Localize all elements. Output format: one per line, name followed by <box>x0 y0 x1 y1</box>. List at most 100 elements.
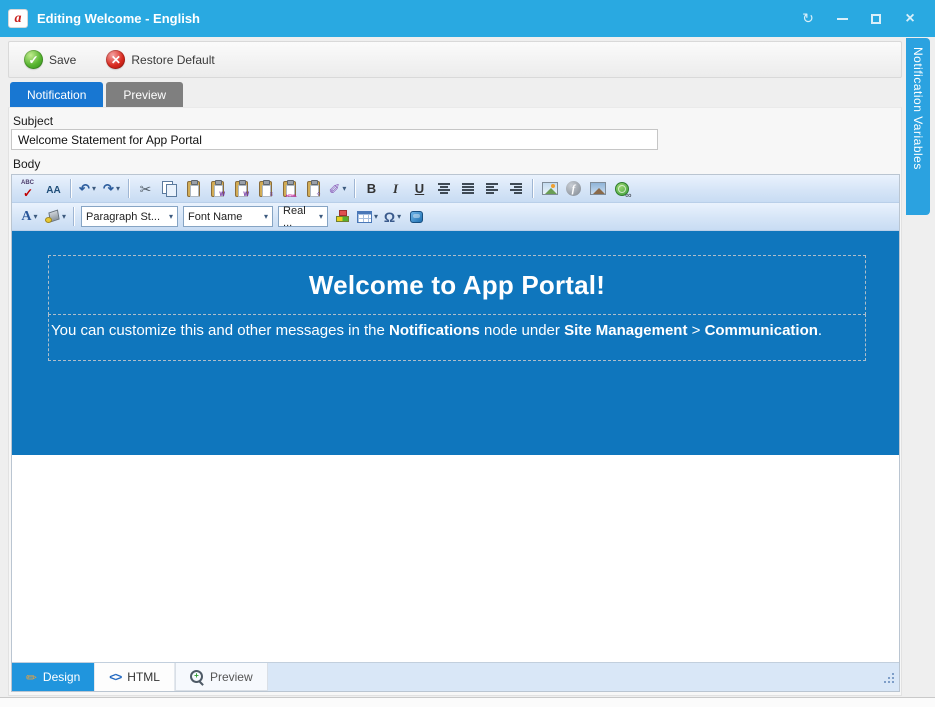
background-color-icon[interactable]: ▾ <box>42 205 68 228</box>
undo-icon[interactable]: ↶▾ <box>76 177 99 200</box>
chevron-down-icon: ▾ <box>62 212 66 221</box>
email-heading: Welcome to App Portal! <box>309 270 605 301</box>
notification-panel: Subject Body ↶▾↷▾✂WW≡HTML⁘✐▾BIU ▾▾Paragr… <box>8 107 902 696</box>
insert-table-icon[interactable]: ▾ <box>355 205 380 228</box>
chevron-down-icon: ▾ <box>397 212 401 221</box>
copy-icon[interactable] <box>158 177 181 200</box>
paste-plain-text-icon[interactable]: ≡ <box>254 177 277 200</box>
tab-preview-label: Preview <box>123 88 166 102</box>
paste-from-word-strip-font-icon[interactable]: W <box>230 177 253 200</box>
font-name-select[interactable]: Font Name ▾ <box>183 206 273 227</box>
restore-default-button[interactable]: ✕ Restore Default <box>101 47 219 72</box>
paste-as-html-icon[interactable]: HTML <box>278 177 301 200</box>
toolbar-separator <box>128 179 129 198</box>
save-label: Save <box>49 53 76 67</box>
hyperlink-manager-icon[interactable] <box>610 177 633 200</box>
restore-x-icon: ✕ <box>106 50 125 69</box>
special-character-icon[interactable]: Ω▾ <box>381 205 404 228</box>
email-body-background: Welcome to App Portal! You can customize… <box>12 231 899 455</box>
paste-html-icon[interactable]: ⁘ <box>302 177 325 200</box>
flash-manager-icon[interactable] <box>562 177 585 200</box>
align-center-button-bars <box>438 183 450 194</box>
chevron-down-icon: ▾ <box>374 212 378 221</box>
font-name-select-label: Font Name <box>188 211 242 223</box>
justify-button-bars <box>462 183 474 194</box>
bold-button[interactable]: B <box>360 177 383 200</box>
redo-icon[interactable]: ↷▾ <box>100 177 123 200</box>
paste-icon[interactable] <box>182 177 205 200</box>
tab-design[interactable]: ✏ Design <box>12 663 95 691</box>
editable-region-paragraph[interactable]: You can customize this and other message… <box>48 314 866 361</box>
spellcheck-icon[interactable] <box>18 177 41 200</box>
chevron-down-icon: ▾ <box>264 212 268 221</box>
paragraph-style-select[interactable]: Paragraph St...▾ <box>81 206 178 227</box>
align-right-button[interactable] <box>504 177 527 200</box>
toolbar-separator <box>354 179 355 198</box>
save-check-icon: ✓ <box>24 50 43 69</box>
italic-button[interactable]: I <box>384 177 407 200</box>
resize-grip[interactable] <box>882 671 895 684</box>
font-color-icon[interactable]: ▾ <box>18 205 41 228</box>
format-stripper-icon[interactable]: ✐▾ <box>326 177 349 200</box>
css-class-icon[interactable] <box>331 205 354 228</box>
paste-from-word-icon[interactable]: W <box>206 177 229 200</box>
font-size-select-label: Real ... <box>283 205 317 229</box>
toolbar-separator <box>532 179 533 198</box>
paragraph-segment: > <box>687 322 704 339</box>
justify-button[interactable] <box>456 177 479 200</box>
tab-notification-label: Notification <box>27 88 86 102</box>
close-button[interactable]: × <box>895 6 925 32</box>
paragraph-style-select-label: Paragraph St... <box>86 211 160 223</box>
notification-variables-label: Notification Variables <box>911 47 925 215</box>
media-manager-icon[interactable] <box>586 177 609 200</box>
titlebar: Editing Welcome - English ↻ × <box>0 0 935 37</box>
chevron-down-icon: ▾ <box>116 184 120 193</box>
chevron-down-icon: ▾ <box>34 212 38 221</box>
tab-editor-preview-label: Preview <box>210 670 253 684</box>
paragraph-segment: Site Management <box>564 322 687 339</box>
editable-region-title[interactable]: Welcome to App Portal! <box>48 255 866 315</box>
code-icon: <> <box>109 671 121 683</box>
top-tabs: Notification Preview <box>10 82 183 107</box>
editor-toolbar-row2: ▾▾Paragraph St...▾Font Name▾Real ...▾▾Ω▾ <box>12 203 899 231</box>
subject-label: Subject <box>13 114 53 128</box>
tab-design-label: Design <box>43 670 80 684</box>
subject-input[interactable] <box>11 129 658 150</box>
tab-html[interactable]: <> HTML <box>95 663 175 691</box>
image-manager-icon[interactable] <box>538 177 561 200</box>
paragraph-segment: . <box>818 322 822 339</box>
editor-statusbar <box>268 663 899 691</box>
toolbar-separator <box>73 207 74 226</box>
magnifier-icon <box>190 670 204 683</box>
pencil-icon: ✏ <box>26 671 37 684</box>
underline-button[interactable]: U <box>408 177 431 200</box>
chevron-down-icon: ▾ <box>342 184 346 193</box>
minimize-button[interactable] <box>827 6 857 32</box>
editor-mode-tabs: ✏ Design <> HTML Preview <box>12 662 899 691</box>
align-center-button[interactable] <box>432 177 455 200</box>
align-left-button[interactable] <box>480 177 503 200</box>
app-logo-icon <box>8 9 28 28</box>
cut-icon[interactable]: ✂ <box>134 177 157 200</box>
find-icon[interactable] <box>42 177 65 200</box>
paragraph-segment: You can customize this and other message… <box>51 322 389 339</box>
chevron-down-icon: ▾ <box>92 184 96 193</box>
toolbar-separator <box>70 179 71 198</box>
tab-preview[interactable]: Preview <box>106 82 183 107</box>
refresh-button[interactable]: ↻ <box>793 6 823 32</box>
tab-notification[interactable]: Notification <box>10 82 103 107</box>
font-size-select[interactable]: Real ...▾ <box>278 206 328 227</box>
rich-text-editor: ↶▾↷▾✂WW≡HTML⁘✐▾BIU ▾▾Paragraph St...▾Fon… <box>11 174 900 692</box>
body-label: Body <box>13 157 40 171</box>
notification-variables-tab[interactable]: Notification Variables <box>906 38 930 215</box>
align-right-button-bars <box>510 183 522 194</box>
media-embed-icon[interactable] <box>405 205 428 228</box>
command-toolbar: ✓ Save ✕ Restore Default <box>8 41 902 78</box>
editor-paragraph: You can customize this and other message… <box>51 321 863 341</box>
editor-design-surface[interactable]: Welcome to App Portal! You can customize… <box>12 231 899 662</box>
paragraph-segment: Communication <box>705 322 818 339</box>
save-button[interactable]: ✓ Save <box>19 47 81 72</box>
paragraph-segment: Notifications <box>389 322 480 339</box>
tab-editor-preview[interactable]: Preview <box>175 663 268 691</box>
maximize-button[interactable] <box>861 6 891 32</box>
